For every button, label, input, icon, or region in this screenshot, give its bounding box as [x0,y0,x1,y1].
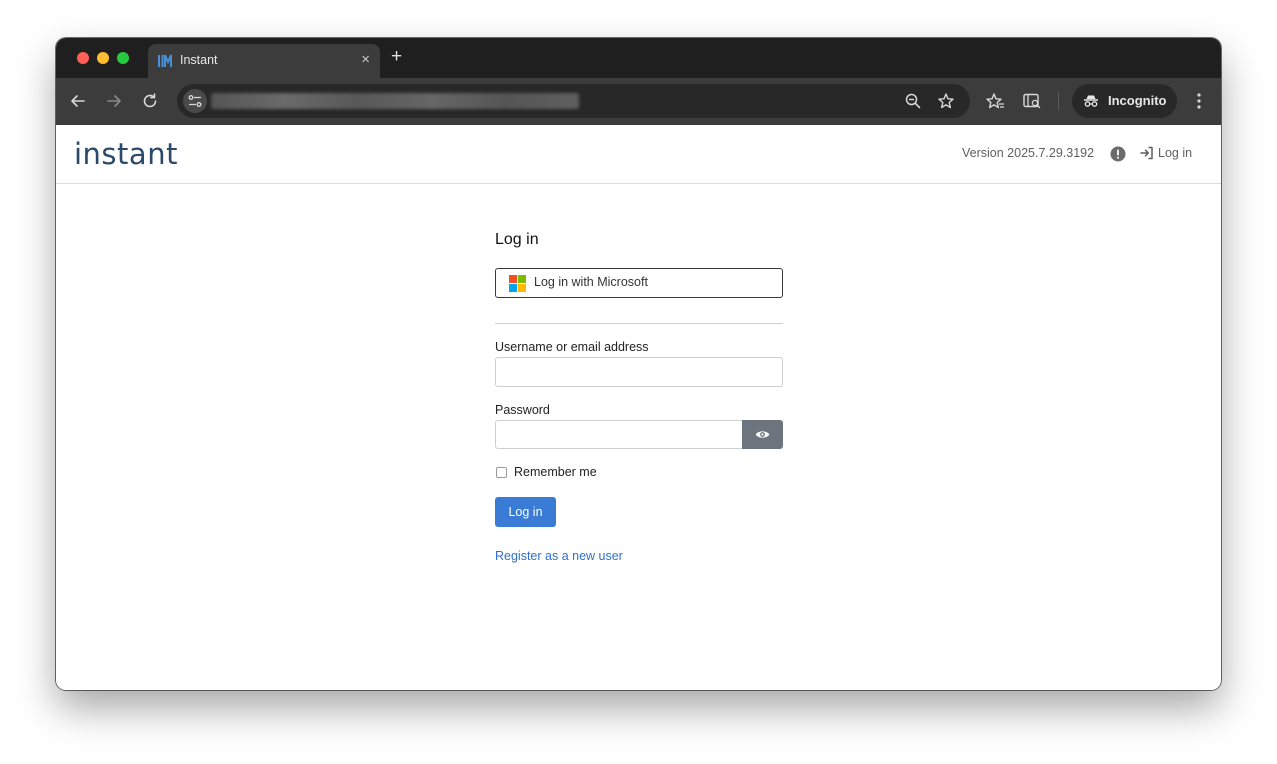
toolbar-separator [1058,92,1059,110]
password-input[interactable] [495,420,743,449]
maximize-window-button[interactable] [117,52,129,64]
page-title: Log in [495,231,539,248]
tab-strip: Instant × + [56,38,1221,78]
tab-title: Instant [180,53,218,67]
show-password-button[interactable] [742,420,783,449]
app-header: instant Version 2025.7.29.3192 Log in [56,125,1221,184]
page-viewport: instant Version 2025.7.29.3192 Log in Lo… [56,125,1221,690]
header-login-label: Log in [1158,146,1193,160]
new-tab-button[interactable]: + [391,46,402,68]
incognito-label: Incognito [1108,93,1167,108]
instant-logo[interactable]: instant [74,137,178,171]
microsoft-logo-icon [509,275,526,292]
reload-icon[interactable] [140,91,160,111]
remember-me-checkbox[interactable] [496,467,507,478]
exclamation-circle-icon[interactable] [1110,146,1126,162]
site-info-button[interactable] [183,89,207,113]
sign-in-icon [1140,146,1153,160]
browser-window: Instant × + redacted [56,38,1221,690]
minimize-window-button[interactable] [97,52,109,64]
search-panel-icon[interactable] [1022,91,1042,111]
instant-favicon-icon [158,54,172,67]
address-bar[interactable]: redacted [177,84,970,118]
password-label: Password [495,403,550,417]
form-divider [495,323,783,324]
version-text: Version 2025.7.29.3192 [962,146,1095,160]
tab-close-icon[interactable]: × [361,52,370,68]
kebab-icon[interactable] [1191,91,1207,111]
eye-icon [755,431,770,438]
incognito-icon [1084,95,1098,107]
arrow-left-icon[interactable] [68,91,88,111]
browser-toolbar: redacted [56,78,1221,125]
tune-icon [188,95,202,107]
microsoft-login-button[interactable]: Log in with Microsoft [495,268,783,298]
close-window-button[interactable] [77,52,89,64]
remember-me-label[interactable]: Remember me [514,465,597,479]
microsoft-login-label: Log in with Microsoft [534,275,648,289]
tab-instant[interactable]: Instant × [148,44,380,78]
incognito-profile-button[interactable]: Incognito [1072,84,1177,118]
username-input[interactable] [495,357,783,387]
star-icon[interactable] [937,92,955,110]
star-list-icon[interactable] [985,91,1005,111]
arrow-right-icon[interactable] [104,91,124,111]
username-label: Username or email address [495,340,649,354]
login-submit-button[interactable]: Log in [495,497,556,527]
register-link[interactable]: Register as a new user [495,549,623,563]
zoom-out-icon[interactable] [904,92,922,110]
url-text-redacted[interactable]: redacted [211,93,579,109]
